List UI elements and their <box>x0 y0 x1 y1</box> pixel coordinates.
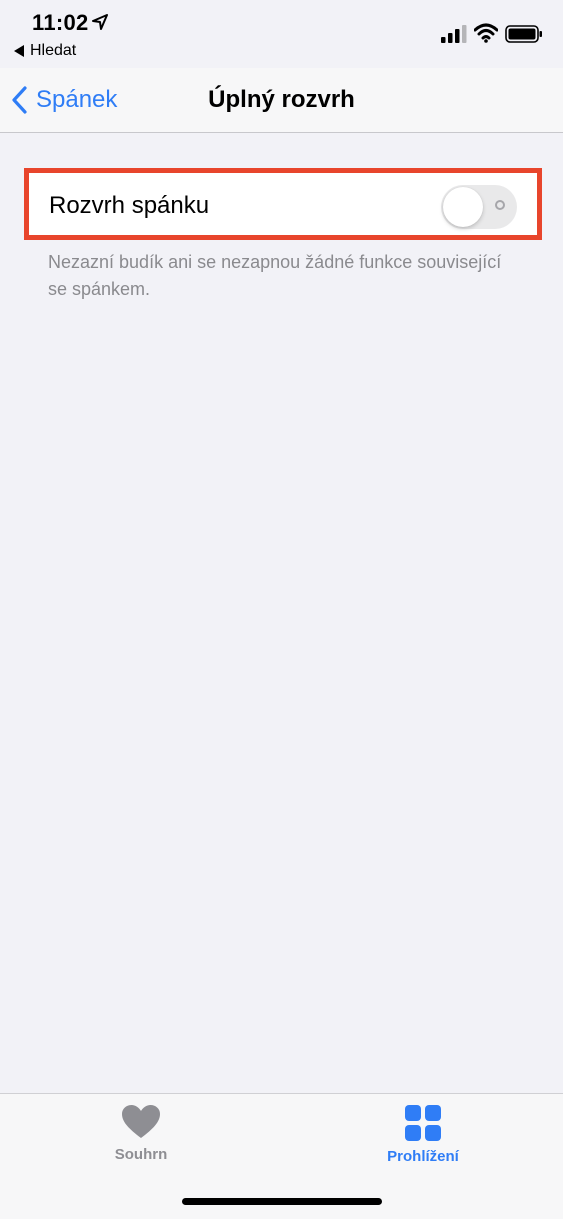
sleep-schedule-footnote: Nezazní budík ani se nezapnou žádné funk… <box>48 252 502 299</box>
sleep-schedule-toggle[interactable] <box>441 185 517 229</box>
tab-summary[interactable]: Souhrn <box>71 1104 211 1163</box>
grid-icon <box>405 1105 441 1141</box>
home-indicator[interactable] <box>182 1198 382 1205</box>
page-title: Úplný rozvrh <box>208 86 355 113</box>
heart-icon <box>122 1105 160 1138</box>
cellular-signal-icon <box>441 25 467 43</box>
location-arrow-icon <box>92 14 108 30</box>
sleep-schedule-row: Rozvrh spánku <box>24 168 542 240</box>
wifi-icon <box>474 23 498 43</box>
tab-summary-label: Souhrn <box>114 1146 168 1163</box>
toggle-knob <box>443 187 483 227</box>
back-triangle-icon <box>14 45 24 57</box>
battery-icon <box>505 25 542 43</box>
back-app-label: Hledat <box>30 42 77 59</box>
tab-browse[interactable]: Prohlížení <box>353 1104 493 1165</box>
back-to-app-link[interactable]: Hledat <box>14 42 76 60</box>
status-time: 11:02 <box>32 10 89 35</box>
toggle-off-indicator-icon <box>495 200 505 210</box>
tab-browse-label: Prohlížení <box>387 1148 459 1165</box>
status-bar: 11:02 Hledat <box>0 0 563 68</box>
navigation-bar: Spánek Úplný rozvrh <box>0 68 563 133</box>
sleep-schedule-label: Rozvrh spánku <box>49 192 210 219</box>
